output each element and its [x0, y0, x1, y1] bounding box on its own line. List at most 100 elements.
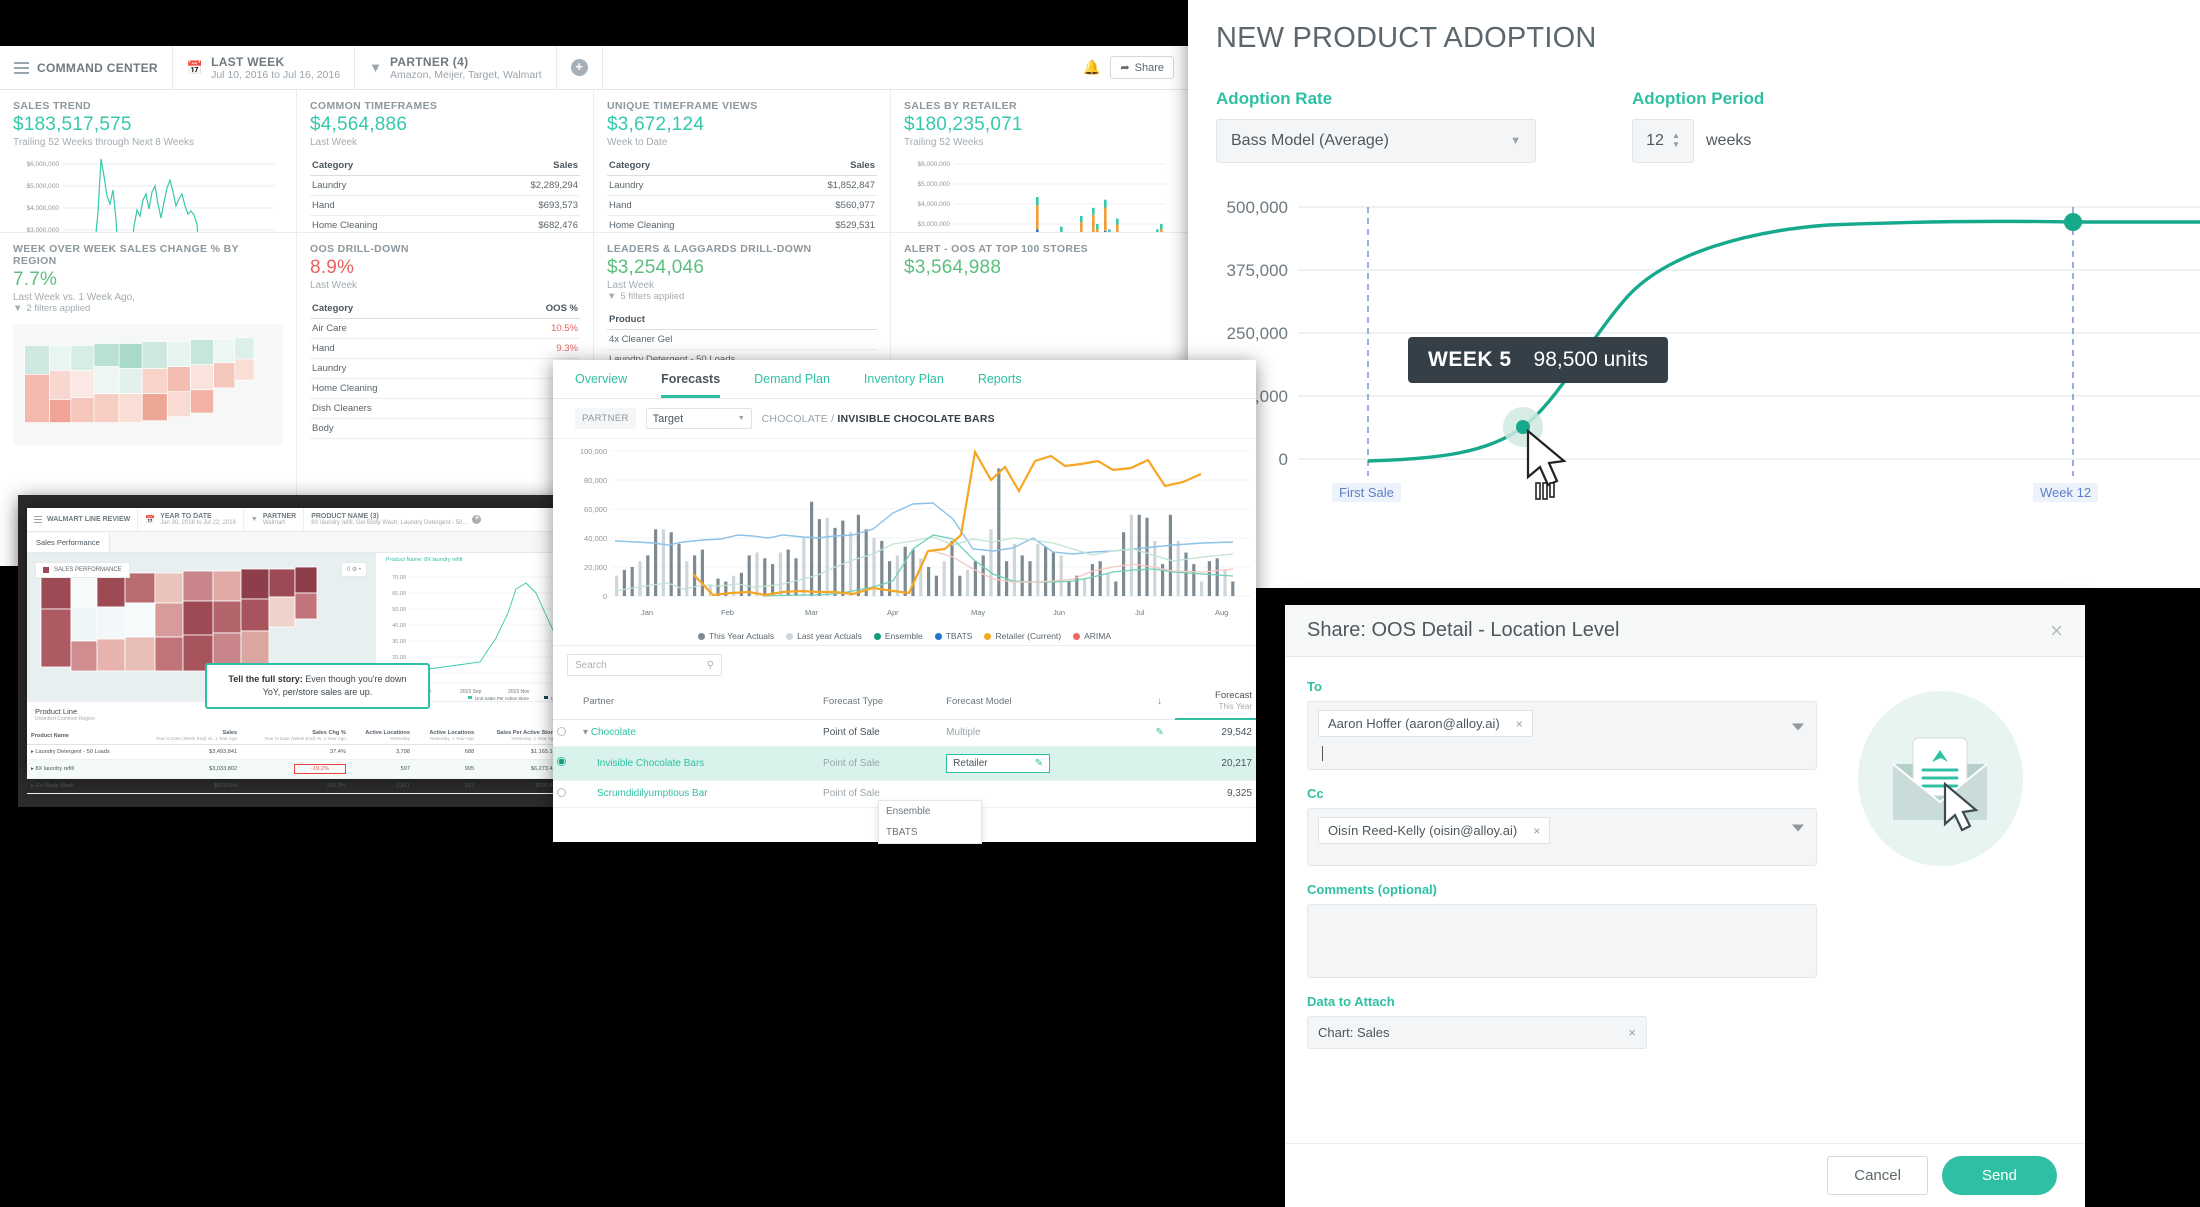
y-tick: 375,000: [1227, 261, 1288, 280]
add-filter-button[interactable]: +: [557, 46, 603, 89]
forecast-legend: This Year Actuals Last year Actuals Ense…: [553, 631, 1256, 641]
forecast-chart-svg: 100,000 80,000 60,000 40,000 20,000 0 Ja…: [580, 447, 1251, 617]
svg-text:20.00: 20.00: [392, 655, 406, 661]
card-value: 8.9%: [310, 257, 355, 278]
dropdown-option-tbats[interactable]: TBATS: [879, 822, 981, 843]
edit-icon[interactable]: ✎: [1144, 719, 1175, 747]
remove-chip-icon[interactable]: ×: [1533, 824, 1540, 838]
table-row: Body5.9%: [310, 418, 580, 439]
calendar-icon: 📅: [186, 59, 204, 75]
sort-icon[interactable]: ↓: [1144, 684, 1175, 720]
comments-textarea[interactable]: [1307, 904, 1817, 978]
card-kicker: COMMON TIMEFRAMES: [310, 100, 438, 112]
chevron-down-icon[interactable]: [1792, 723, 1804, 741]
forecast-model-select[interactable]: Retailer ✎: [946, 753, 1051, 773]
recipient-chip[interactable]: Aaron Hoffer (aaron@alloy.ai) ×: [1318, 710, 1533, 737]
card-kicker: OOS DRILL-DOWN: [310, 243, 409, 255]
card-subtitle: Trailing 52 Weeks: [904, 137, 984, 148]
to-field[interactable]: Aaron Hoffer (aaron@alloy.ai) ×: [1307, 701, 1817, 770]
close-icon[interactable]: ×: [2050, 618, 2063, 644]
command-center-toolbar: COMMAND CENTER 📅 LAST WEEK Jul 10, 2016 …: [0, 46, 1188, 90]
y-tick: 500,000: [1227, 198, 1288, 217]
plus-icon[interactable]: +: [472, 515, 482, 524]
col-header: Sales: [762, 157, 877, 176]
search-input[interactable]: Search ⚲: [567, 654, 722, 676]
row-radio[interactable]: [557, 787, 566, 797]
card-value: $180,235,071: [904, 114, 1023, 135]
tab-reports[interactable]: Reports: [978, 372, 1022, 398]
tab-demand-plan[interactable]: Demand Plan: [754, 372, 830, 398]
week12-point: [2064, 213, 2082, 231]
screenshot-root: COMMAND CENTER 📅 LAST WEEK Jul 10, 2016 …: [0, 0, 2200, 1207]
share-modal-footer: Cancel Send: [1285, 1143, 2085, 1207]
walmart-filter-date[interactable]: 📅 YEAR TO DATE Jan 30, 2016 to Jul 22, 20…: [138, 508, 244, 531]
adoption-rate-select[interactable]: Bass Model (Average) ▼: [1216, 119, 1536, 163]
send-button[interactable]: Send: [1941, 1156, 2057, 1195]
card-common-timeframes[interactable]: COMMON TIMEFRAMES $4,564,886 Last Week C…: [297, 90, 594, 233]
adoption-period-stepper[interactable]: 12 ▲ ▼: [1632, 119, 1694, 163]
col-header: Product Name: [27, 727, 133, 745]
share-button[interactable]: ➦ Share: [1110, 56, 1174, 79]
remove-attachment-icon[interactable]: ×: [1628, 1025, 1636, 1040]
remove-chip-icon[interactable]: ×: [1516, 717, 1523, 731]
filter-date-range[interactable]: 📅 LAST WEEK Jul 10, 2016 to Jul 16, 2016: [173, 46, 356, 89]
tab-forecasts[interactable]: Forecasts: [661, 372, 721, 398]
col-header: Forecast Model: [942, 684, 1145, 720]
plus-icon: +: [570, 59, 588, 76]
filter-partner[interactable]: ▼ PARTNER (4) Amazon, Meijer, Target, Wa…: [355, 46, 557, 89]
legend-item: Retailer (Current): [984, 631, 1061, 641]
tab-sales-performance[interactable]: Sales Performance: [27, 532, 110, 552]
app-menu-button[interactable]: COMMAND CENTER: [0, 46, 173, 89]
table-row: Home Cleaning $529,531: [607, 215, 877, 232]
row-radio[interactable]: [557, 726, 566, 736]
card-kicker: SALES TREND: [13, 100, 91, 112]
walmart-filter-partner[interactable]: ▼ PARTNER Walmart: [244, 508, 305, 531]
forecast-tabs: Overview Forecasts Demand Plan Inventory…: [553, 360, 1256, 399]
svg-text:2015 Sep: 2015 Sep: [460, 689, 482, 695]
forecast-model-dropdown[interactable]: Ensemble TBATS: [878, 800, 982, 844]
share-modal-title: Share: OOS Detail - Location Level: [1307, 619, 1620, 641]
funnel-icon: ▼: [250, 516, 258, 523]
dropdown-option-ensemble[interactable]: Ensemble: [879, 801, 981, 822]
adoption-rate-value: Bass Model (Average): [1231, 132, 1389, 149]
attach-field[interactable]: Chart: Sales ×: [1307, 1016, 1647, 1049]
cc-field[interactable]: Oisín Reed-Kelly (oisin@alloy.ai) ×: [1307, 808, 1817, 866]
svg-text:$6,000,000: $6,000,000: [917, 161, 950, 168]
table-row: Home Cleaning8.6%: [310, 378, 580, 399]
adoption-header: NEW PRODUCT ADOPTION Adoption Rate Bass …: [1188, 0, 2200, 173]
card-unique-timeframe-views[interactable]: UNIQUE TIMEFRAME VIEWS $3,672,124 Week t…: [594, 90, 891, 233]
tab-overview[interactable]: Overview: [575, 372, 627, 398]
partner-label: PARTNER: [575, 408, 636, 429]
svg-text:Feb: Feb: [721, 608, 734, 617]
stepper-arrows-icon[interactable]: ▲ ▼: [1672, 132, 1680, 149]
tab-inventory-plan[interactable]: Inventory Plan: [864, 372, 944, 398]
svg-text:$3,000,000: $3,000,000: [917, 221, 950, 228]
card-value: 7.7%: [13, 269, 58, 290]
hamburger-icon: [34, 516, 42, 523]
adoption-controls: Adoption Rate Bass Model (Average) ▼ Ado…: [1216, 89, 2172, 163]
breadcrumb-parent[interactable]: CHOCOLATE: [762, 413, 828, 425]
edit-icon[interactable]: ✎: [1035, 758, 1043, 769]
chevron-down-icon[interactable]: [1792, 824, 1804, 843]
svg-text:60,000: 60,000: [584, 505, 607, 514]
map-controls[interactable]: 0 ⚙ •: [340, 562, 367, 577]
svg-text:70.00: 70.00: [392, 575, 406, 581]
chart-tooltip: WEEK 5 98,500 units: [1408, 337, 1668, 383]
card-subtitle: Last Week: [310, 280, 358, 291]
svg-text:40.00: 40.00: [392, 623, 406, 629]
toolbar-actions: 🔔 ➦ Share: [603, 46, 1188, 89]
share-icon: ➦: [1120, 62, 1130, 74]
card-sales-trend[interactable]: SALES TREND $183,517,575 Trailing 52 Wee…: [0, 90, 297, 233]
col-header: Active Locations Yesterday, 1 Year Ago: [413, 727, 479, 745]
partner-select[interactable]: Target ▼: [645, 408, 752, 429]
tooltip-week: WEEK 5: [1428, 348, 1512, 371]
forecast-table: Partner Forecast Type Forecast Model ↓ F…: [553, 684, 1256, 808]
svg-text:Jun: Jun: [1053, 608, 1065, 617]
legend-item: This Year Actuals: [697, 631, 774, 641]
cc-chip[interactable]: Oisín Reed-Kelly (oisin@alloy.ai) ×: [1318, 817, 1551, 844]
bell-icon[interactable]: 🔔: [1083, 59, 1100, 76]
walmart-menu-button[interactable]: WALMART LINE REVIEW: [27, 508, 139, 531]
card-sales-by-retailer[interactable]: SALES BY RETAILER $180,235,071 Trailing …: [891, 90, 1188, 233]
row-radio-selected[interactable]: [557, 757, 566, 766]
cancel-button[interactable]: Cancel: [1827, 1156, 1928, 1195]
